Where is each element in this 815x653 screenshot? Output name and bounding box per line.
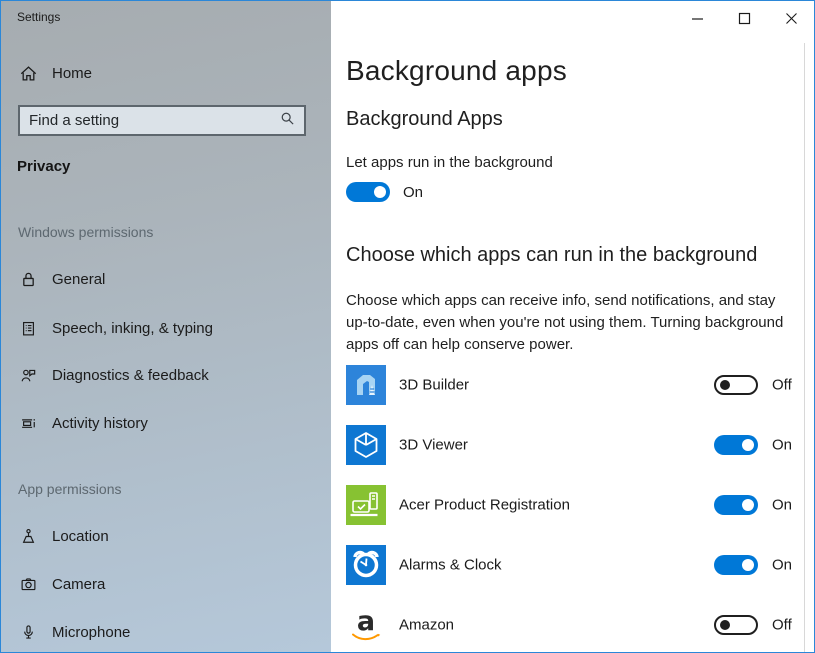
sidebar-item-microphone[interactable]: Microphone <box>19 621 130 643</box>
app-name: 3D Builder <box>399 377 469 394</box>
location-pin-icon <box>19 527 37 545</box>
sidebar-item-activity-history[interactable]: Activity history <box>19 412 148 434</box>
category-heading: Privacy <box>17 158 70 175</box>
sidebar-item-camera[interactable]: Camera <box>19 573 105 595</box>
app-toggle-state: On <box>772 497 792 514</box>
app-toggle-alarms-clock[interactable] <box>714 555 758 575</box>
lock-icon <box>19 270 37 288</box>
app-name: Alarms & Clock <box>399 557 502 574</box>
close-button[interactable] <box>781 8 801 28</box>
camera-icon <box>19 575 37 593</box>
master-toggle-state: On <box>403 184 423 201</box>
background-apps-master-toggle[interactable] <box>346 182 390 202</box>
maximize-button[interactable] <box>734 8 754 28</box>
microphone-icon <box>19 623 37 641</box>
section-header-windows-permissions: Windows permissions <box>18 224 153 240</box>
background-apps-heading: Background Apps <box>346 108 503 131</box>
app-name: Acer Product Registration <box>399 497 570 514</box>
page-title: Background apps <box>346 55 567 87</box>
amazon-app-icon: a <box>346 605 386 645</box>
app-toggle-3d-viewer[interactable] <box>714 435 758 455</box>
search-input[interactable] <box>29 112 274 129</box>
sidebar-item-label: Home <box>52 65 92 82</box>
sidebar-item-label: Speech, inking, & typing <box>52 320 213 337</box>
acer-registration-app-icon <box>346 485 386 525</box>
app-row: 3D Viewer On <box>346 425 791 465</box>
choose-apps-heading: Choose which apps can run in the backgro… <box>346 244 757 267</box>
app-toggle-amazon[interactable] <box>714 615 758 635</box>
minimize-button[interactable] <box>687 8 707 28</box>
sidebar-item-label: Microphone <box>52 624 130 641</box>
app-row: a Amazon Off <box>346 605 791 645</box>
app-row: Alarms & Clock On <box>346 545 791 585</box>
sidebar-item-label: Activity history <box>52 415 148 432</box>
section-header-app-permissions: App permissions <box>18 481 122 497</box>
search-box[interactable] <box>18 105 306 136</box>
sidebar-item-home[interactable]: Home <box>19 62 92 84</box>
sidebar-item-diagnostics-feedback[interactable]: Diagnostics & feedback <box>19 364 209 386</box>
3d-viewer-app-icon <box>346 425 386 465</box>
master-toggle-label: Let apps run in the background <box>346 154 553 171</box>
search-icon[interactable] <box>280 111 295 131</box>
speech-typing-icon <box>19 319 37 337</box>
app-row: 3D Builder Off <box>346 365 791 405</box>
sidebar-item-label: Camera <box>52 576 105 593</box>
sidebar-item-location[interactable]: Location <box>19 525 109 547</box>
home-icon <box>19 64 37 82</box>
3d-builder-app-icon <box>346 365 386 405</box>
app-toggle-3d-builder[interactable] <box>714 375 758 395</box>
main-content: Background apps Background Apps Let apps… <box>331 1 814 652</box>
sidebar-item-speech-inking-typing[interactable]: Speech, inking, & typing <box>19 317 213 339</box>
choose-apps-description: Choose which apps can receive info, send… <box>346 290 798 356</box>
scrollbar[interactable] <box>804 43 805 652</box>
app-name: Amazon <box>399 617 454 634</box>
alarms-clock-app-icon <box>346 545 386 585</box>
sidebar-item-label: Location <box>52 528 109 545</box>
sidebar-item-general[interactable]: General <box>19 268 105 290</box>
settings-window: Settings Home Privacy Windows permission… <box>0 0 815 653</box>
app-row: Acer Product Registration On <box>346 485 791 525</box>
activity-history-icon <box>19 414 37 432</box>
app-toggle-acer-product-registration[interactable] <box>714 495 758 515</box>
sidebar-item-label: General <box>52 271 105 288</box>
sidebar: Settings Home Privacy Windows permission… <box>1 1 331 652</box>
app-toggle-state: Off <box>772 377 792 394</box>
diagnostics-feedback-icon <box>19 366 37 384</box>
app-toggle-state: On <box>772 557 792 574</box>
app-toggle-state: Off <box>772 617 792 634</box>
sidebar-item-label: Diagnostics & feedback <box>52 367 209 384</box>
window-title: Settings <box>17 10 60 24</box>
app-name: 3D Viewer <box>399 437 468 454</box>
app-toggle-state: On <box>772 437 792 454</box>
